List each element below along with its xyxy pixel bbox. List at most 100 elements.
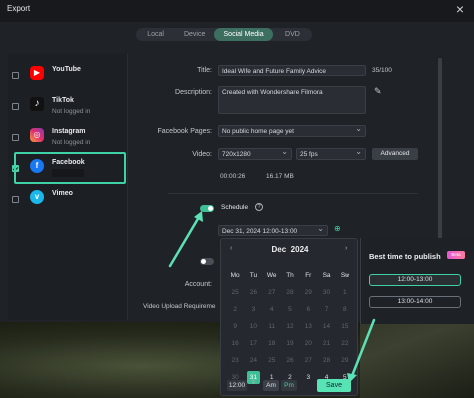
- platform-name: Instagram: [52, 128, 86, 135]
- calendar-day[interactable]: 5: [281, 301, 299, 318]
- calendar-day[interactable]: 7: [317, 301, 335, 318]
- time-slot-option[interactable]: 13:00-14:00: [369, 296, 461, 308]
- calendar-day[interactable]: 9: [226, 318, 244, 335]
- calendar-day[interactable]: 8: [336, 301, 354, 318]
- calendar-day[interactable]: 11: [263, 318, 281, 335]
- video-label: Video:: [192, 151, 212, 158]
- save-button[interactable]: Save: [317, 379, 351, 392]
- calendar-day[interactable]: 22: [336, 335, 354, 352]
- minute-value: 00: [237, 382, 246, 389]
- calendar-day[interactable]: 4: [263, 301, 281, 318]
- calendar-day[interactable]: 19: [281, 335, 299, 352]
- facebook-pages-select[interactable]: No public home page yet: [218, 124, 366, 137]
- upload-requirement-label: Video Upload Requireme: [143, 303, 216, 310]
- calendar-day[interactable]: 26: [244, 284, 262, 301]
- calendar-day[interactable]: 27: [263, 284, 281, 301]
- close-icon[interactable]: ×: [456, 1, 464, 17]
- calendar-day[interactable]: 29: [299, 284, 317, 301]
- youtube-checkbox[interactable]: [12, 72, 19, 79]
- best-time-title: Best time to publish: [369, 252, 441, 261]
- calendar-day[interactable]: 30: [317, 284, 335, 301]
- platform-name: TikTok: [52, 97, 74, 104]
- platform-tiktok[interactable]: ♪ TikTok Not logged in: [8, 91, 120, 121]
- best-time-panel: Best time to publish Beta 12:00-13:00 13…: [360, 238, 474, 324]
- description-input[interactable]: Created with Wondershare Filmora: [218, 86, 366, 114]
- calendar-day[interactable]: 1: [336, 284, 354, 301]
- calendar-day[interactable]: 18: [263, 335, 281, 352]
- time-input[interactable]: 12:00: [227, 380, 247, 391]
- beta-badge: Beta: [447, 251, 465, 259]
- calendar-day[interactable]: 25: [263, 352, 281, 369]
- calendar-month: Dec: [271, 245, 287, 254]
- calendar-day[interactable]: 6: [299, 301, 317, 318]
- calendar-day[interactable]: 3: [244, 301, 262, 318]
- platform-youtube[interactable]: ▶ YouTube: [8, 60, 120, 90]
- weekday-label: Mo: [230, 272, 240, 279]
- calendar-day[interactable]: 14: [317, 318, 335, 335]
- calendar-day[interactable]: 24: [244, 352, 262, 369]
- hour-value: 12: [228, 382, 237, 389]
- scrollbar[interactable]: [438, 58, 442, 258]
- advanced-button[interactable]: Advanced: [372, 148, 418, 160]
- title-input[interactable]: Ideal Wife and Future Family Advice: [218, 65, 366, 76]
- calendar-day[interactable]: 2: [226, 301, 244, 318]
- calendar-day[interactable]: 26: [281, 352, 299, 369]
- title-bar: Export ×: [0, 0, 474, 22]
- weekday-label: Tu: [249, 272, 258, 279]
- am-button[interactable]: Am: [263, 380, 279, 391]
- tab-device[interactable]: Device: [175, 28, 214, 41]
- title-label: Title:: [197, 67, 212, 74]
- time-stepper-icon[interactable]: ⇕: [251, 379, 256, 386]
- facebook-highlight-box: [14, 152, 126, 184]
- calendar-day[interactable]: 16: [226, 335, 244, 352]
- time-slot-option[interactable]: 12:00-13:00: [369, 274, 461, 286]
- tiktok-checkbox[interactable]: [12, 103, 19, 110]
- fps-select[interactable]: 25 fps: [296, 147, 366, 160]
- tab-social-media[interactable]: Social Media: [214, 28, 273, 41]
- calendar-day[interactable]: 23: [226, 352, 244, 369]
- schedule-label: Schedule: [221, 204, 249, 211]
- toggle-knob: [201, 259, 206, 264]
- tab-dvd[interactable]: DVD: [273, 28, 312, 41]
- date-picker: ‹ Dec 2024 › Mo Tu We Th Fr Sa Su 25 26 …: [220, 238, 358, 396]
- calendar-day[interactable]: 21: [317, 335, 335, 352]
- calendar-day[interactable]: 13: [299, 318, 317, 335]
- calendar-day[interactable]: 20: [299, 335, 317, 352]
- calendar-day[interactable]: 10: [244, 318, 262, 335]
- info-icon[interactable]: ?: [255, 203, 263, 211]
- schedule-toggle[interactable]: [200, 205, 214, 212]
- instagram-icon: ◎: [30, 128, 44, 142]
- edit-icon[interactable]: ✎: [374, 86, 382, 97]
- calendar-day[interactable]: 27: [299, 352, 317, 369]
- export-tabs: Local Device Social Media DVD: [136, 28, 312, 41]
- calendar-day[interactable]: 25: [226, 284, 244, 301]
- calendar-day[interactable]: 28: [317, 352, 335, 369]
- calendar-day[interactable]: 17: [244, 335, 262, 352]
- weekday-label: Fr: [305, 272, 312, 279]
- calendar-day[interactable]: 28: [281, 284, 299, 301]
- platform-instagram[interactable]: ◎ Instagram Not logged in: [8, 122, 120, 152]
- tab-local[interactable]: Local: [136, 28, 175, 41]
- calendar-day[interactable]: 15: [336, 318, 354, 335]
- facebook-pages-label: Facebook Pages:: [157, 128, 212, 135]
- calendar-grid: Mo Tu We Th Fr Sa Su 25 26 27 28 29 30 1…: [226, 267, 354, 386]
- weekday-label: Sa: [322, 272, 331, 279]
- calendar-day[interactable]: 29: [336, 352, 354, 369]
- tiktok-icon: ♪: [30, 97, 44, 111]
- next-month-icon[interactable]: ›: [345, 245, 347, 252]
- schedule-datetime-select[interactable]: Dec 31, 2024 12:00-13:00: [218, 224, 328, 236]
- youtube-icon: ▶: [30, 66, 44, 80]
- duration-text: 00:00:26: [220, 173, 246, 180]
- instagram-checkbox[interactable]: [12, 134, 19, 141]
- vimeo-checkbox[interactable]: [12, 196, 19, 203]
- platform-status: Not logged in: [52, 108, 91, 115]
- platform-vimeo[interactable]: v Vimeo: [8, 184, 120, 214]
- second-toggle[interactable]: [200, 258, 214, 265]
- calendar-day[interactable]: 3: [299, 369, 317, 386]
- calendar-day[interactable]: 12: [281, 318, 299, 335]
- platform-name: YouTube: [52, 66, 81, 73]
- pm-button[interactable]: Pm: [281, 380, 297, 391]
- resolution-select[interactable]: 720x1280: [218, 147, 292, 160]
- globe-icon[interactable]: ⊕: [334, 224, 341, 233]
- calendar-year: 2024: [290, 245, 309, 254]
